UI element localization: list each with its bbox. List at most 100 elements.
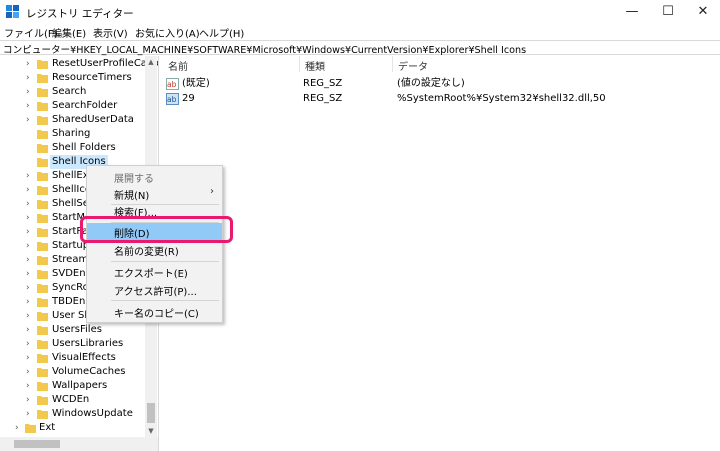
folder-icon (37, 354, 48, 363)
chevron-right-icon[interactable]: › (26, 393, 30, 407)
menu-item-new[interactable]: 新規(N) › (87, 185, 222, 202)
chevron-right-icon[interactable]: › (26, 113, 30, 127)
menu-separator (111, 300, 219, 301)
chevron-right-icon[interactable]: › (26, 337, 30, 351)
scroll-up-arrow-icon[interactable]: ▲ (145, 56, 157, 68)
tree-horizontal-scrollbar[interactable] (0, 437, 158, 451)
chevron-right-icon[interactable]: › (26, 379, 30, 393)
menu-item-label: エクスポート(E) (114, 269, 188, 280)
tree-item-label: Sharing (52, 128, 91, 139)
folder-icon (37, 200, 48, 209)
menu-item-copy-key-name[interactable]: キー名のコピー(C) (87, 303, 222, 320)
chevron-right-icon[interactable]: › (26, 253, 30, 267)
tree-item-label: SharedUserData (52, 114, 134, 125)
chevron-right-icon[interactable]: › (26, 225, 30, 239)
maximize-button[interactable]: ☐ (651, 0, 685, 24)
chevron-right-icon[interactable]: › (26, 197, 30, 211)
chevron-right-icon[interactable]: › (26, 57, 30, 71)
tree-item-label: TBDEn (52, 296, 86, 307)
chevron-right-icon[interactable]: › (26, 295, 30, 309)
value-type: REG_SZ (303, 93, 343, 104)
chevron-right-icon[interactable]: › (26, 85, 30, 99)
tree-item-root[interactable]: › Ext (0, 421, 158, 435)
menu-item-permissions[interactable]: アクセス許可(P)... (87, 281, 222, 298)
chevron-right-icon[interactable]: › (26, 99, 30, 113)
tree-item[interactable]: › UsersLibraries (0, 337, 158, 351)
value-type: REG_SZ (303, 78, 343, 89)
tree-item[interactable]: › ResetUserProfileCallba (0, 57, 158, 71)
tree-item[interactable]: › WindowsUpdate (0, 407, 158, 421)
tree-item[interactable]: › VolumeCaches (0, 365, 158, 379)
menu-item-expand[interactable]: 展開する (87, 168, 222, 185)
chevron-right-icon[interactable]: › (26, 183, 30, 197)
column-divider[interactable] (392, 56, 393, 72)
folder-icon (37, 228, 48, 237)
values-list[interactable]: 名前 種類 データ ab (既定) REG_SZ (値の設定なし) ab 29 … (162, 56, 720, 451)
chevron-right-icon[interactable]: › (26, 323, 30, 337)
ab-string-icon: ab (166, 93, 179, 105)
chevron-right-icon[interactable]: › (26, 267, 30, 281)
tree-item[interactable]: › UsersFiles (0, 323, 158, 337)
value-data: (値の設定なし) (397, 78, 465, 89)
menu-separator (111, 261, 219, 262)
menu-item-rename[interactable]: 名前の変更(R) (87, 241, 222, 258)
menu-view[interactable]: 表示(V) (93, 25, 128, 40)
tree-item[interactable]: › SharedUserData (0, 113, 158, 127)
folder-icon (37, 242, 48, 251)
folder-icon (37, 284, 48, 293)
window-title: レジストリ エディター (26, 8, 134, 20)
address-bar[interactable]: コンピューター¥HKEY_LOCAL_MACHINE¥SOFTWARE¥Micr… (0, 40, 720, 56)
folder-icon (37, 172, 48, 181)
menu-favorites[interactable]: お気に入り(A) (135, 25, 200, 40)
chevron-right-icon[interactable]: › (26, 309, 30, 323)
menu-edit[interactable]: 編集(E) (52, 25, 86, 40)
column-header-type[interactable]: 種類 (305, 58, 325, 73)
value-row[interactable]: ab 29 REG_SZ %SystemRoot%¥System32¥shell… (162, 92, 720, 106)
scroll-down-arrow-icon[interactable]: ▼ (145, 425, 157, 437)
menu-help[interactable]: ヘルプ(H) (199, 25, 244, 40)
tree-item[interactable]: Sharing (0, 127, 158, 141)
chevron-right-icon[interactable]: › (26, 407, 30, 421)
folder-icon (37, 298, 48, 307)
chevron-right-icon[interactable]: › (26, 211, 30, 225)
tree-item-label: UsersFiles (52, 324, 102, 335)
chevron-right-icon[interactable]: › (26, 71, 30, 85)
tree-item[interactable]: › SearchFolder (0, 99, 158, 113)
tree-item[interactable]: › WCDEn (0, 393, 158, 407)
tree-item[interactable]: › Wallpapers (0, 379, 158, 393)
svg-text:ab: ab (167, 80, 177, 89)
folder-icon (37, 102, 48, 111)
tree-item-label: ResetUserProfileCallba (52, 58, 158, 69)
chevron-right-icon[interactable]: › (26, 281, 30, 295)
column-divider[interactable] (299, 56, 300, 72)
folder-icon (37, 382, 48, 391)
address-path[interactable]: コンピューター¥HKEY_LOCAL_MACHINE¥SOFTWARE¥Micr… (3, 42, 526, 56)
chevron-right-icon[interactable]: › (26, 365, 30, 379)
value-row[interactable]: ab (既定) REG_SZ (値の設定なし) (162, 77, 720, 91)
chevron-right-icon[interactable]: › (26, 169, 30, 183)
minimize-button[interactable]: — (615, 0, 649, 24)
column-header-name[interactable]: 名前 (168, 58, 188, 73)
title-bar: レジストリ エディター — ☐ ✕ (0, 0, 720, 24)
chevron-right-icon[interactable]: › (26, 239, 30, 253)
scroll-thumb[interactable] (147, 403, 155, 423)
folder-icon (37, 312, 48, 321)
scroll-thumb[interactable] (14, 440, 60, 448)
column-header-data[interactable]: データ (398, 58, 428, 73)
tree-item-label: Search (52, 86, 87, 97)
close-button[interactable]: ✕ (686, 0, 720, 24)
tree-item-label: VolumeCaches (52, 366, 126, 377)
folder-icon (37, 144, 48, 153)
menu-item-export[interactable]: エクスポート(E) (87, 263, 222, 280)
tree-item[interactable]: › Search (0, 85, 158, 99)
chevron-right-icon[interactable]: › (26, 351, 30, 365)
tree-item[interactable]: › ResourceTimers (0, 71, 158, 85)
tree-item[interactable]: › VisualEffects (0, 351, 158, 365)
chevron-right-icon: › (210, 186, 214, 197)
tree-item-label: Wallpapers (52, 380, 108, 391)
menu-item-label: 新規(N) (114, 191, 150, 202)
tree-item[interactable]: Shell Folders (0, 141, 158, 155)
tree-item-label: ResourceTimers (52, 72, 132, 83)
menu-file[interactable]: ファイル(F) (4, 25, 58, 40)
chevron-right-icon[interactable]: › (15, 421, 19, 435)
